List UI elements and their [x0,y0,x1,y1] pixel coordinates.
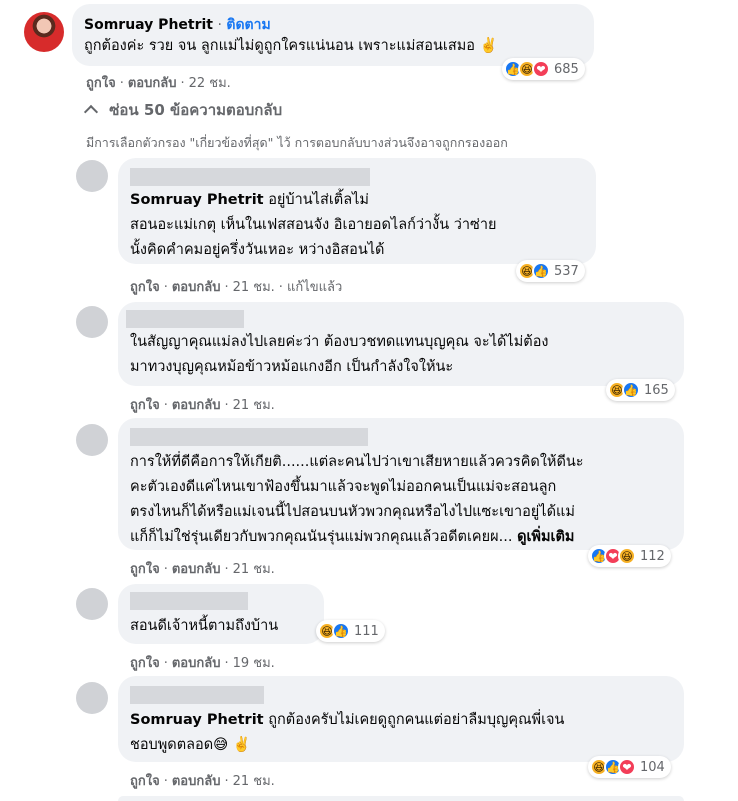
like-link[interactable]: ถูกใจ [130,774,160,789]
hide-replies-button[interactable]: ซ่อน 50 ข้อความตอบกลับ [83,98,282,122]
like-link[interactable]: ถูกใจ [130,398,160,413]
reply-link[interactable]: ตอบกลับ [172,774,221,789]
comment-text: Somruay Phetrit ถูกต้องครับไม่เคยดูถูกคน… [130,712,565,753]
comment-actions: ถูกใจ · ตอบกลับ · 21 ชม. [130,398,275,413]
redacted-name [130,428,368,446]
comment-text: การให้ที่ดีคือการให้เกียติ......แต่ละคนไ… [130,454,584,545]
redacted-name [130,168,370,186]
reaction-summary[interactable]: 👍 😆 ❤ 685 [502,58,585,80]
comment-actions: ถูกใจ · ตอบกลับ · 21 ชม. [130,562,275,577]
timestamp[interactable]: 21 ชม. [233,562,275,577]
avatar[interactable] [76,160,108,192]
see-more-link[interactable]: ดูเพิ่มเติม [517,529,574,545]
love-reaction-icon: ❤ [618,758,636,776]
reply-link[interactable]: ตอบกลับ [172,398,221,413]
filter-note: มีการเลือกตัวกรอง "เกี่ยวข้องที่สุด" ไว้… [86,135,508,150]
reply-link[interactable]: ตอบกลับ [172,562,221,577]
reaction-summary[interactable]: 😆 👍 111 [316,620,385,642]
timestamp[interactable]: 21 ชม. [233,398,275,413]
reaction-count: 685 [554,61,579,77]
reaction-count: 111 [354,623,379,639]
comment-actions: ถูกใจ · ตอบกลับ · 21 ชม. [130,774,275,789]
reply-link[interactable]: ตอบกลับ [128,76,177,91]
reaction-count: 112 [640,548,665,564]
timestamp[interactable]: 22 ชม. [189,76,231,91]
comment-text: Somruay Phetrit อยู่บ้านไส่เติ้ลไม่ สอนอ… [130,192,497,258]
like-link[interactable]: ถูกใจ [86,76,116,91]
haha-reaction-icon: 😆 [618,547,636,565]
mention-link[interactable]: Somruay Phetrit [130,192,264,208]
like-reaction-icon: 👍 [532,262,550,280]
avatar[interactable] [76,682,108,714]
comment-author[interactable]: Somruay Phetrit [84,17,213,33]
comment-text: ถูกต้องค่ะ รวย จน ลูกแม่ไม่ดูถูกใครแน่นอ… [84,38,498,54]
avatar[interactable] [76,588,108,620]
reaction-summary[interactable]: 😆 👍 ❤ 104 [588,756,671,778]
follow-link[interactable]: ติดตาม [226,17,270,33]
like-link[interactable]: ถูกใจ [130,562,160,577]
avatar[interactable] [76,424,108,456]
like-reaction-icon: 👍 [622,381,640,399]
reaction-summary[interactable]: 😆 👍 537 [516,260,585,282]
reaction-summary[interactable]: 😆 👍 165 [606,379,675,401]
love-reaction-icon: ❤ [532,60,550,78]
redacted-name [126,310,244,328]
comment-actions: ถูกใจ · ตอบกลับ · 19 ชม. [130,656,275,671]
timestamp[interactable]: 21 ชม. [233,774,275,789]
avatar[interactable] [24,12,64,52]
edited-label: แก้ไขแล้ว [286,280,343,295]
like-reaction-icon: 👍 [332,622,350,640]
comment-text: สอนดีเจ้าหนี้ตามถึงบ้าน [130,618,279,634]
avatar[interactable] [76,306,108,338]
chevron-up-icon [83,104,99,120]
comment-actions: ถูกใจ · ตอบกลับ · 21 ชม. · แก้ไขแล้ว [130,280,343,295]
comment-bubble [118,796,684,801]
comment-text: ในสัญญาคุณแม่ลงไปเลยค่ะว่า ต้องบวชทดแทนบ… [130,334,549,375]
redacted-name [130,592,248,610]
timestamp[interactable]: 21 ชม. [233,280,275,295]
reaction-count: 104 [640,759,665,775]
like-link[interactable]: ถูกใจ [130,280,160,295]
timestamp[interactable]: 19 ชม. [233,656,275,671]
mention-link[interactable]: Somruay Phetrit [130,712,264,728]
redacted-name [130,686,264,704]
reaction-summary[interactable]: 👍 ❤ 😆 112 [588,545,671,567]
reaction-count: 165 [644,382,669,398]
comment-actions: ถูกใจ · ตอบกลับ · 22 ชม. [86,76,231,91]
reply-link[interactable]: ตอบกลับ [172,280,221,295]
reaction-count: 537 [554,263,579,279]
reply-link[interactable]: ตอบกลับ [172,656,221,671]
like-link[interactable]: ถูกใจ [130,656,160,671]
